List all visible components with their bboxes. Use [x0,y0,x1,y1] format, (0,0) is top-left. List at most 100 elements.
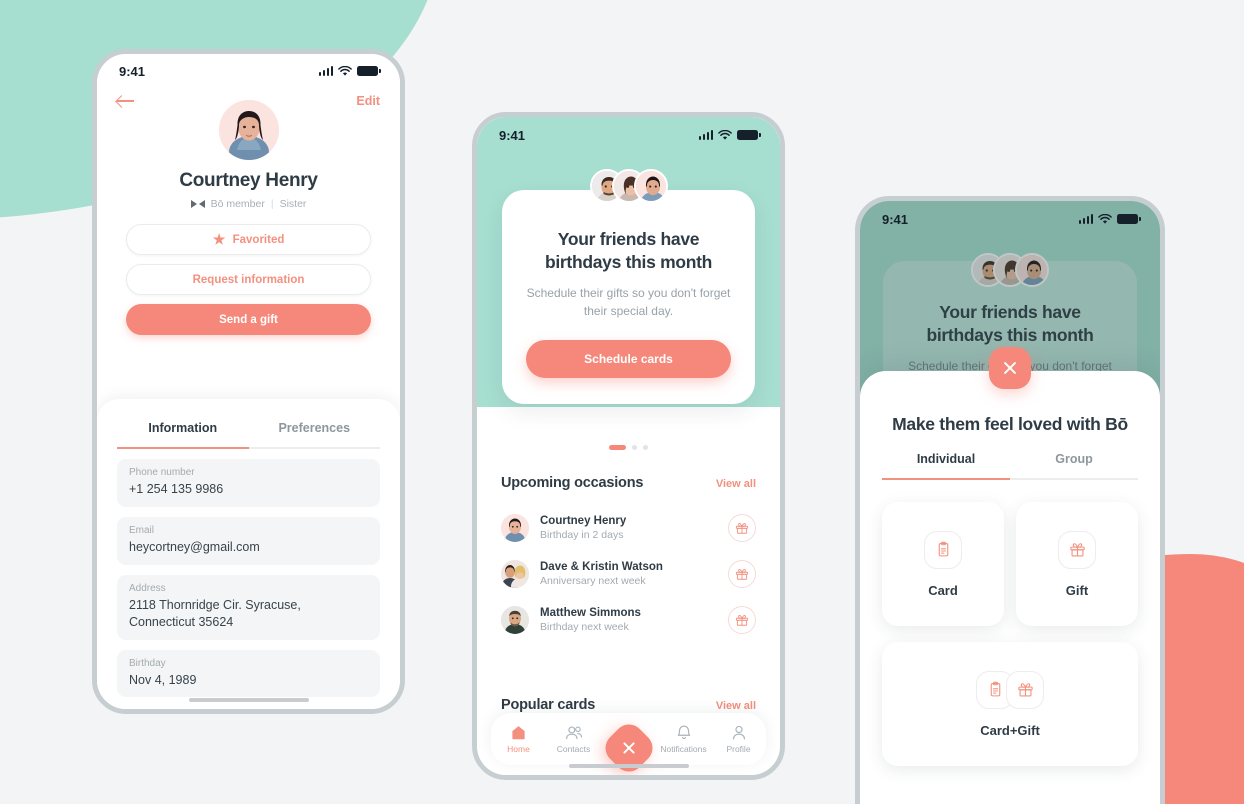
occasion-name: Dave & Kristin Watson [540,561,663,573]
cellular-signal-icon [1078,214,1093,224]
card-icon [938,541,948,557]
favorited-label: Favorited [232,233,285,246]
tab-group[interactable]: Group [1010,452,1138,478]
tab-underline [117,447,380,449]
field-birthday[interactable]: Birthday Nov 4, 1989 [117,649,380,698]
status-time: 9:41 [499,127,526,143]
occasion-name: Courtney Henry [540,515,627,527]
field-label: Phone number [129,467,195,478]
wifi-icon [718,129,732,140]
phone1-header: Edit Courtney Henry Bō member | Sister [97,88,400,210]
option-label: Gift [1065,582,1089,598]
nav-item-profile[interactable]: Profile [711,724,766,754]
option-gift[interactable]: Gift [1016,502,1138,627]
phone2-status-bar: 9:41 [477,117,780,153]
send-a-gift-label: Send a gift [219,313,278,326]
field-label: Address [129,582,166,594]
cellular-signal-icon [698,130,713,140]
tab-individual[interactable]: Individual [882,452,1010,478]
wifi-icon [338,65,352,76]
option-label: Card+Gift [980,722,1040,738]
send-a-gift-button[interactable]: Send a gift [126,304,371,335]
tab-information[interactable]: Information [117,421,249,447]
phone-mockup-gift-modal: Your friends have birthdays this month S… [855,196,1165,804]
list-item-text: Dave & Kristin Watson Anniversary next w… [540,561,717,587]
schedule-cards-label: Schedule cards [584,352,673,367]
tab-preferences[interactable]: Preferences [249,421,381,447]
gift-icon-button[interactable] [728,606,756,634]
status-icons [698,129,761,141]
gift-icon-chip [1006,670,1044,709]
back-arrow-icon[interactable] [117,94,136,108]
gift-icon-chip [1058,530,1096,569]
popular-cards-title: Popular cards [501,697,596,713]
avatar [633,169,668,203]
option-card[interactable]: Card [882,502,1004,627]
gift-icon [1017,683,1033,697]
nav-item-contacts[interactable]: Contacts [546,724,601,754]
upcoming-occasions-header: Upcoming occasions View all [501,475,756,491]
close-button[interactable] [989,347,1031,389]
avatar [501,514,529,542]
popular-view-all-link[interactable]: View all [716,700,756,712]
field-phone-number[interactable]: Phone number +1 254 135 9986 [117,459,380,507]
sheet-title: Make them feel loved with Bō [892,414,1128,434]
gift-icon-button[interactable] [728,514,756,542]
request-information-button[interactable]: Request information [126,264,371,295]
avatar [501,560,529,588]
contacts-icon [566,726,583,740]
option-card-gift[interactable]: Card+Gift [882,642,1138,767]
upcoming-occasions-list: Courtney Henry Birthday in 2 days Dave &… [501,505,756,643]
upcoming-occasions-title: Upcoming occasions [501,475,644,491]
occasion-detail: Anniversary next week [540,575,646,587]
carousel-dot[interactable] [632,445,637,450]
gift-icon [735,569,749,580]
gift-icon-button[interactable] [728,560,756,588]
schedule-cards-button[interactable]: Schedule cards [526,340,731,379]
wifi-icon [1098,213,1112,224]
profile-action-buttons: Favorited Request information Send a gif… [97,210,400,335]
list-item-text: Matthew Simmons Birthday next week [540,607,717,633]
field-email[interactable]: Email heycortney@gmail.com [117,516,380,565]
phone3-status-bar: 9:41 [860,201,1160,237]
upcoming-view-all-link[interactable]: View all [716,478,756,490]
phone1-screen: 9:41 Edit Courtney Henry Bō member | Sis… [97,54,400,709]
list-item-text: Courtney Henry Birthday in 2 days [540,515,717,541]
nav-item-notifications[interactable]: Notifications [656,724,711,754]
status-time: 9:41 [882,211,909,227]
profile-avatar [218,100,279,160]
sheet-tabs: Individual Group [882,452,1138,478]
list-item[interactable]: Matthew Simmons Birthday next week [501,597,756,643]
battery-icon [1117,214,1141,224]
phone1-status-bar: 9:41 [97,54,400,88]
carousel-dot[interactable] [643,445,648,450]
nav-label: Notifications [660,744,707,754]
edit-button[interactable]: Edit [356,94,380,108]
meta-separator: | [270,198,274,210]
bell-icon [677,725,690,740]
occasion-detail: Birthday in 2 days [540,529,624,541]
list-item[interactable]: Courtney Henry Birthday in 2 days [501,505,756,551]
gift-type-sheet: Make them feel loved with Bō Individual … [860,347,1160,804]
field-value: heycortney@gmail.com [129,539,260,554]
field-value: Nov 4, 1989 [129,672,197,687]
card-icon-chip [924,530,962,569]
list-item[interactable]: Dave & Kristin Watson Anniversary next w… [501,551,756,597]
field-label: Birthday [129,657,166,669]
nav-item-home[interactable]: Home [491,724,546,754]
gift-icon [735,523,749,534]
home-icon [512,726,525,740]
field-label: Email [129,524,155,536]
carousel-dot-active[interactable] [609,445,626,450]
status-time: 9:41 [119,63,146,79]
gift-options-grid: Card Gift [882,502,1138,627]
card-icon [990,681,1000,697]
hero-title: Your friends have birthdays this month [544,229,713,273]
carousel-dots[interactable] [477,445,780,450]
membership-label: Bō member [210,198,265,210]
hero-card: Your friends have birthdays this month S… [502,190,755,405]
screenshot-canvas: 9:41 Edit Courtney Henry Bō member | Sis… [0,0,1244,804]
favorited-button[interactable]: Favorited [126,224,371,255]
field-address[interactable]: Address 2118 Thornridge Cir. Syracuse, C… [117,574,380,640]
home-indicator [568,764,689,768]
